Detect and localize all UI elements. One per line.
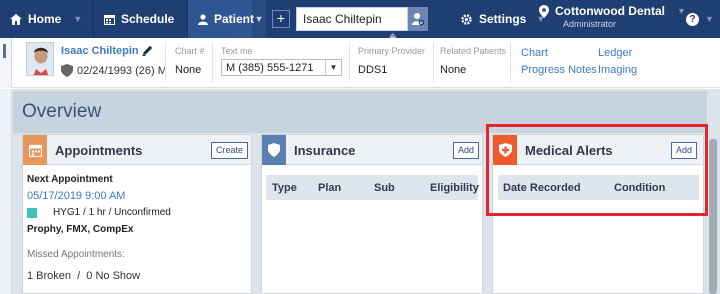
patient-dob-text: 02/24/1993 (26) M	[77, 64, 167, 77]
help-icon: ?	[686, 12, 699, 26]
create-appointment-button[interactable]: Create	[211, 142, 249, 159]
related-patients-label: Related Patients	[440, 46, 507, 56]
shield-icon	[61, 64, 73, 77]
progress-notes-link[interactable]: Progress Notes	[521, 64, 597, 76]
divider	[212, 42, 213, 82]
top-nav-bar: Home ▼ Schedule ▼ Patient ▼ + Isaac Chil…	[0, 0, 720, 40]
highlight-box	[486, 124, 708, 216]
column-plan[interactable]: Plan	[318, 182, 341, 194]
related-patients-value: None	[440, 64, 467, 76]
chevron-down-icon: ▼	[676, 6, 686, 16]
next-appointment-procedures: Prophy, FMX, CompEx	[27, 224, 134, 235]
help-button[interactable]: ? ▼	[686, 0, 714, 38]
map-marker-icon	[539, 4, 549, 18]
office-role: Administrator	[563, 19, 617, 29]
chart-link[interactable]: Chart	[521, 47, 548, 59]
side-collapse-handle[interactable]	[0, 38, 12, 88]
add-patient-plus-icon[interactable]: +	[272, 10, 290, 28]
shield-icon	[262, 135, 286, 165]
chart-number-label: Chart #	[175, 46, 205, 56]
insurance-title: Insurance	[294, 143, 356, 158]
patient-search-input[interactable]: Isaac Chiltepin	[296, 7, 408, 31]
office-name: Cottonwood Dental	[555, 4, 665, 18]
dropdown-arrow-icon: ▼	[325, 60, 341, 75]
divider	[165, 42, 166, 82]
appointments-card: Appointments Create Next Appointment 05/…	[22, 134, 252, 294]
chevron-down-icon: ▼	[705, 14, 714, 24]
missed-appointments-counts: 1 Broken / 0 No Show	[27, 270, 141, 282]
patient-lookup-button[interactable]	[408, 7, 428, 31]
patient-name-link[interactable]: Isaac Chiltepin	[61, 45, 139, 57]
primary-provider-value: DDS1	[358, 64, 388, 76]
appointments-title: Appointments	[55, 143, 143, 158]
office-selector[interactable]: Cottonwood Dental ▼ Administrator	[539, 0, 686, 38]
next-appointment-label: Next Appointment	[27, 174, 113, 185]
column-type[interactable]: Type	[272, 182, 297, 194]
chart-number-value: None	[175, 64, 202, 76]
nav-home[interactable]: Home ▼	[0, 0, 93, 38]
column-sub[interactable]: Sub	[374, 182, 395, 194]
chevron-down-icon: ▼	[73, 14, 83, 24]
imaging-link[interactable]: Imaging	[598, 64, 637, 76]
patient-search-value: Isaac Chiltepin	[303, 12, 382, 26]
text-me-label: Text me	[221, 46, 253, 56]
ledger-link[interactable]: Ledger	[598, 47, 632, 59]
nav-home-label: Home	[28, 12, 62, 26]
person-icon	[198, 13, 208, 25]
insurance-table-header: Type Plan Sub Eligibility	[266, 175, 479, 200]
home-icon	[10, 13, 22, 25]
next-appointment-status: HYG1 / 1 hr / Unconfirmed	[53, 207, 171, 218]
divider	[510, 42, 511, 82]
patient-header: Isaac Chiltepin 02/24/1993 (26) M Chart …	[0, 38, 720, 88]
patient-dob: 02/24/1993 (26) M	[61, 64, 167, 77]
person-search-icon	[412, 13, 425, 26]
appointments-card-header: Appointments Create	[23, 135, 251, 165]
nav-settings-label: Settings	[479, 12, 527, 26]
calendar-icon	[23, 135, 47, 165]
insurance-card: Insurance Add Type Plan Sub Eligibility	[261, 134, 483, 294]
nav-schedule-label: Schedule	[121, 12, 175, 26]
text-me-select[interactable]: M (385) 555-1271 ▼	[221, 59, 342, 76]
side-collapse-strip	[0, 89, 12, 294]
divider	[349, 42, 350, 82]
insurance-card-header: Insurance Add	[262, 135, 482, 165]
scrollbar-thumb[interactable]	[709, 139, 717, 294]
vertical-scrollbar[interactable]	[708, 133, 718, 294]
calendar-icon	[104, 14, 115, 25]
appointment-color-swatch	[27, 208, 37, 218]
divider	[433, 42, 434, 82]
nav-patient[interactable]: Patient	[188, 0, 255, 38]
page-title: Overview	[22, 101, 102, 122]
text-me-value: M (385) 555-1271	[226, 62, 314, 74]
column-eligibility[interactable]: Eligibility	[430, 182, 479, 194]
patient-avatar	[26, 42, 54, 76]
add-insurance-button[interactable]: Add	[453, 142, 480, 159]
patient-menu-chevron-icon[interactable]: ▼	[252, 0, 266, 38]
primary-provider-label: Primary Provider	[358, 46, 426, 56]
nav-patient-label: Patient	[214, 12, 255, 26]
nav-schedule[interactable]: Schedule ▼	[94, 0, 195, 38]
gear-icon	[460, 13, 473, 26]
missed-appointments-label: Missed Appointments:	[27, 249, 125, 260]
next-appointment-date-link[interactable]: 05/17/2019 9:00 AM	[27, 190, 125, 202]
edit-pencil-icon[interactable]	[141, 44, 154, 60]
